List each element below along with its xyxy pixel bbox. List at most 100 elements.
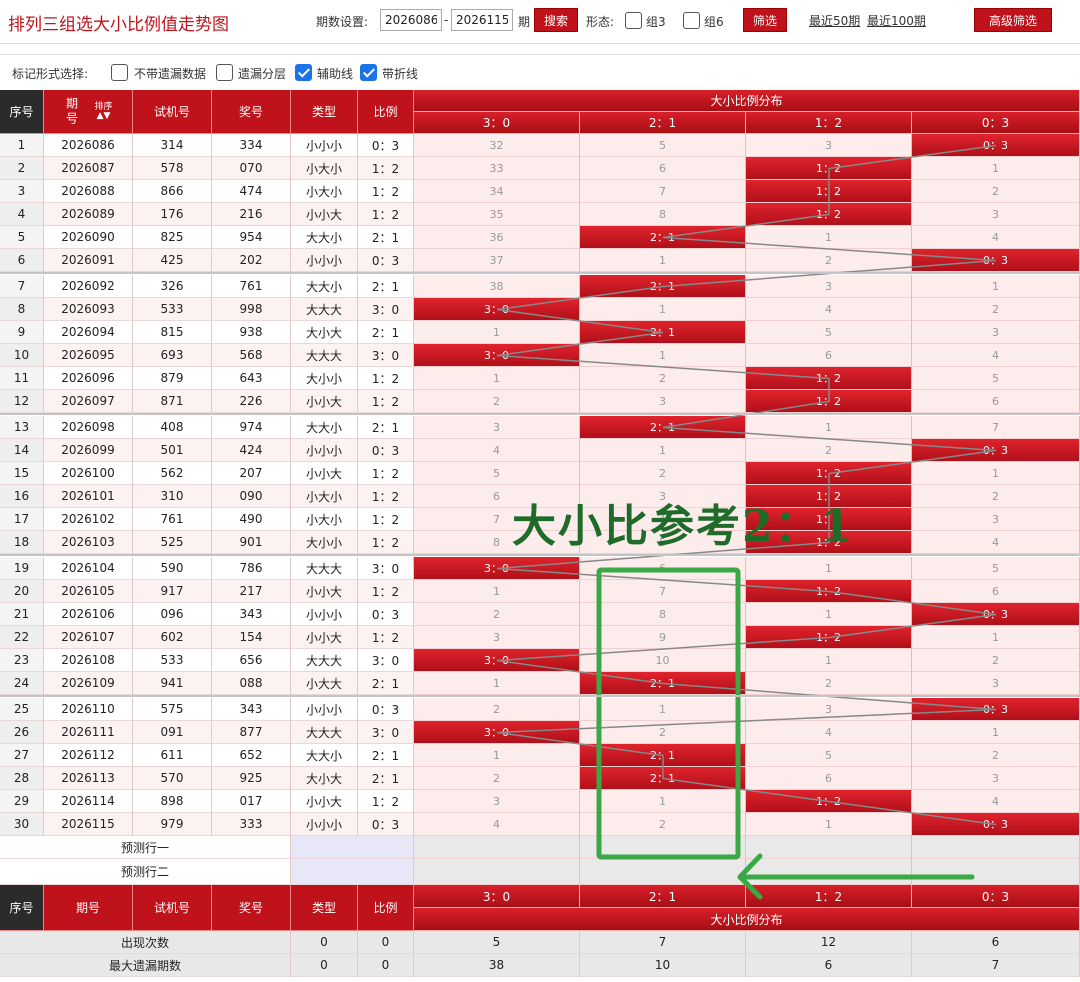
predict-row-2-cell[interactable] [746, 859, 912, 885]
type-cell: 大大小 [291, 275, 358, 298]
prize-cell: 424 [212, 439, 291, 462]
type-cell: 大大大 [291, 344, 358, 367]
issue-header: 期号 排序 ▲▼ [44, 90, 133, 134]
miss-cell: 4 [414, 439, 580, 462]
group6-checkbox[interactable] [683, 12, 700, 29]
prize-cell: 652 [212, 744, 291, 767]
type-cell: 小小大 [291, 790, 358, 813]
predict-row-1-cell[interactable] [414, 836, 580, 859]
miss-cell: 2 [414, 603, 580, 626]
predict-row-2-cell[interactable] [912, 859, 1080, 885]
predict-row-2-label[interactable]: 预测行二 [0, 859, 291, 885]
type-cell: 小大小 [291, 157, 358, 180]
option-no-miss-label: 不带遗漏数据 [134, 67, 207, 81]
predict-row-1-cell[interactable] [580, 836, 746, 859]
issue-cell: 2026091 [44, 249, 133, 272]
type-cell: 大大大 [291, 298, 358, 321]
group3-checkbox[interactable] [625, 12, 642, 29]
hit-cell: 0：3 [912, 249, 1080, 272]
miss-cell: 5 [912, 367, 1080, 390]
advanced-filter-button[interactable]: 高级筛选 [974, 8, 1052, 32]
issue-cell: 2026105 [44, 580, 133, 603]
type-cell: 小小小 [291, 603, 358, 626]
type-cell: 小小小 [291, 249, 358, 272]
ratio-cell: 0：3 [358, 134, 414, 157]
ratio-col-header[interactable]: 1：2 [746, 112, 912, 134]
option-guide-line-checkbox[interactable] [295, 64, 312, 81]
seq-cell: 18 [0, 531, 44, 554]
ratio-col-footer-header: 1：2 [746, 885, 912, 908]
trial-cell: 525 [133, 531, 212, 554]
hit-cell: 0：3 [912, 439, 1080, 462]
miss-cell: 1 [580, 439, 746, 462]
trial-cell: 611 [133, 744, 212, 767]
seq-cell: 24 [0, 672, 44, 695]
prize-cell: 088 [212, 672, 291, 695]
ratio-col-header[interactable]: 3：0 [414, 112, 580, 134]
hit-cell: 0：3 [912, 698, 1080, 721]
prize-cell: 974 [212, 416, 291, 439]
ratio-footer-header: 比例 [358, 885, 414, 931]
ratio-cell: 3：0 [358, 344, 414, 367]
ratio-col-header[interactable]: 0：3 [912, 112, 1080, 134]
option-no-miss-checkbox[interactable] [111, 64, 128, 81]
ratio-header: 比例 [358, 90, 414, 134]
option-polyline-label: 带折线 [382, 67, 419, 81]
period-to-input[interactable] [451, 9, 513, 31]
prize-header: 奖号 [212, 90, 291, 134]
miss-cell: 36 [414, 226, 580, 249]
type-cell: 小小大 [291, 580, 358, 603]
type-cell: 小小小 [291, 698, 358, 721]
seq-cell: 8 [0, 298, 44, 321]
sort-control[interactable]: 排序 ▲▼ [94, 102, 112, 121]
predict-row-1-input[interactable] [291, 836, 414, 859]
predict-row-2-input[interactable] [291, 859, 414, 885]
predict-row-1-cell[interactable] [746, 836, 912, 859]
type-cell: 大小小 [291, 531, 358, 554]
issue-cell: 2026092 [44, 275, 133, 298]
miss-cell: 2 [912, 649, 1080, 672]
hit-cell: 2：1 [580, 321, 746, 344]
seq-cell: 16 [0, 485, 44, 508]
miss-cell: 2 [580, 462, 746, 485]
miss-cell: 3 [414, 416, 580, 439]
prize-cell: 226 [212, 390, 291, 413]
predict-row-2-cell[interactable] [414, 859, 580, 885]
ratio-cell: 1：2 [358, 580, 414, 603]
issue-cell: 2026107 [44, 626, 133, 649]
hit-cell: 1：2 [746, 367, 912, 390]
ratio-cell: 3：0 [358, 721, 414, 744]
ratio-cell: 1：2 [358, 485, 414, 508]
miss-cell: 1 [746, 557, 912, 580]
miss-cell: 1 [580, 790, 746, 813]
ratio-cell: 1：2 [358, 203, 414, 226]
predict-row-1-cell[interactable] [912, 836, 1080, 859]
option-miss-layer-checkbox[interactable] [216, 64, 233, 81]
prize-cell: 070 [212, 157, 291, 180]
miss-cell: 3 [746, 275, 912, 298]
option-polyline-checkbox[interactable] [360, 64, 377, 81]
filter-button[interactable]: 筛选 [743, 8, 787, 32]
stat-value: 6 [746, 954, 912, 977]
trial-cell: 310 [133, 485, 212, 508]
predict-row-1-label[interactable]: 预测行一 [0, 836, 291, 859]
issue-cell: 2026097 [44, 390, 133, 413]
issue-cell: 2026109 [44, 672, 133, 695]
period-from-input[interactable] [380, 9, 442, 31]
predict-row-2-cell[interactable] [580, 859, 746, 885]
type-cell: 大大小 [291, 744, 358, 767]
type-cell: 大小小 [291, 367, 358, 390]
recent-50-link[interactable]: 最近50期 [809, 12, 860, 29]
seq-cell: 7 [0, 275, 44, 298]
miss-cell: 2 [912, 298, 1080, 321]
ratio-col-footer-header: 3：0 [414, 885, 580, 908]
trial-cell: 326 [133, 275, 212, 298]
miss-cell: 1 [414, 744, 580, 767]
miss-cell: 1 [912, 157, 1080, 180]
issue-cell: 2026114 [44, 790, 133, 813]
ratio-cell: 1：2 [358, 462, 414, 485]
recent-100-link[interactable]: 最近100期 [867, 12, 926, 29]
ratio-col-header[interactable]: 2：1 [580, 112, 746, 134]
group-separator [0, 413, 1080, 415]
search-button[interactable]: 搜索 [534, 8, 578, 32]
